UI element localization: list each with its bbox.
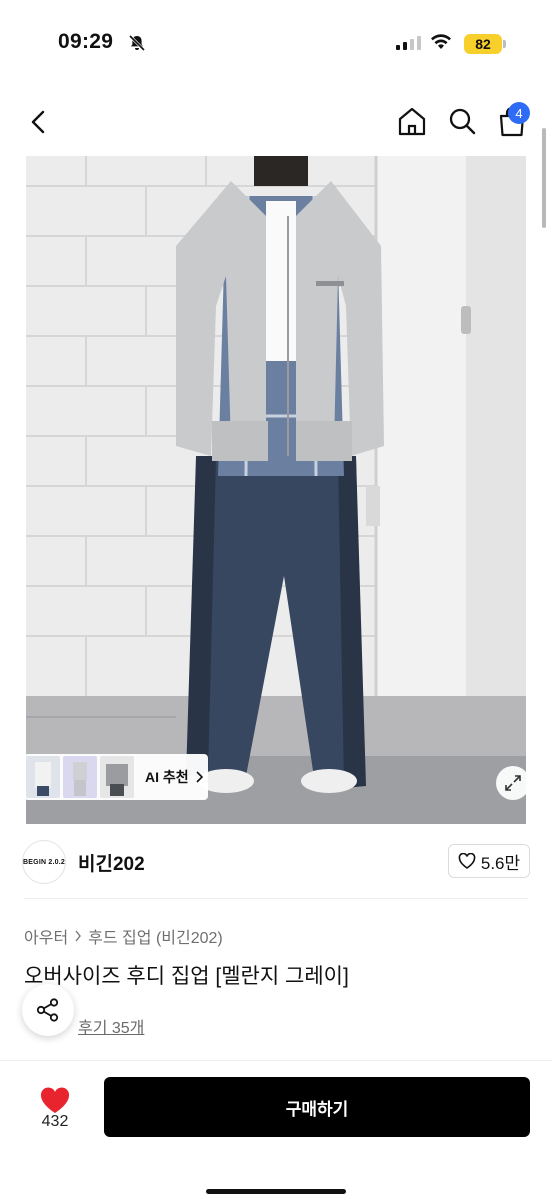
share-button[interactable] xyxy=(22,984,74,1036)
home-icon[interactable] xyxy=(396,104,428,138)
brand-like-count: 5.6만 xyxy=(480,853,521,873)
share-icon xyxy=(36,998,59,1022)
home-indicator xyxy=(206,1189,346,1194)
buy-button[interactable]: 구매하기 xyxy=(104,1077,530,1137)
cart-count-badge: 4 xyxy=(508,102,530,124)
divider xyxy=(24,898,528,899)
thumbnail-1 xyxy=(26,756,60,798)
review-link[interactable]: 후기 35개 xyxy=(78,1014,144,1038)
back-arrow-icon[interactable] xyxy=(24,106,52,138)
brand-like-button[interactable]: 5.6만 xyxy=(448,844,530,878)
breadcrumb-subcategory[interactable]: 후드 집업 (비긴202) xyxy=(88,924,223,948)
status-bar: 09:29 82 xyxy=(0,0,552,88)
battery-indicator: 82 xyxy=(464,34,502,54)
product-image[interactable] xyxy=(26,156,526,824)
status-time: 09:29 xyxy=(58,30,114,53)
ai-recommend-label: AI 추천 xyxy=(145,769,189,785)
chevron-right-icon xyxy=(75,930,82,942)
top-nav xyxy=(0,88,552,156)
heart-outline-icon xyxy=(458,853,476,869)
bell-off-icon xyxy=(128,34,146,52)
brand-name[interactable]: 비긴202 xyxy=(78,849,145,876)
thumbnail-3 xyxy=(100,756,134,798)
wishlist-count: 432 xyxy=(41,1113,69,1130)
brand-row: BEGIN 2.0.2 비긴202 5.6만 xyxy=(0,836,552,892)
ai-recommend-button[interactable]: AI 추천 xyxy=(24,754,208,800)
thumbnail-2 xyxy=(63,756,97,798)
battery-cap xyxy=(503,40,506,48)
product-title: 오버사이즈 후디 집업 [멜란지 그레이] xyxy=(24,965,349,988)
search-icon[interactable] xyxy=(446,104,478,138)
brand-logo[interactable]: BEGIN 2.0.2 xyxy=(22,840,66,884)
expand-icon xyxy=(505,775,521,791)
chevron-right-icon xyxy=(196,771,203,783)
expand-image-button[interactable] xyxy=(496,766,530,800)
signal-icon xyxy=(396,36,421,50)
wifi-icon xyxy=(431,34,451,49)
product-photo-illustration xyxy=(26,156,526,824)
bottom-action-bar: 432 구매하기 xyxy=(0,1060,552,1200)
breadcrumb-category[interactable]: 아우터 xyxy=(24,924,68,948)
scroll-indicator xyxy=(542,128,546,228)
breadcrumb: 아우터 후드 집업 (비긴202) xyxy=(24,924,223,948)
